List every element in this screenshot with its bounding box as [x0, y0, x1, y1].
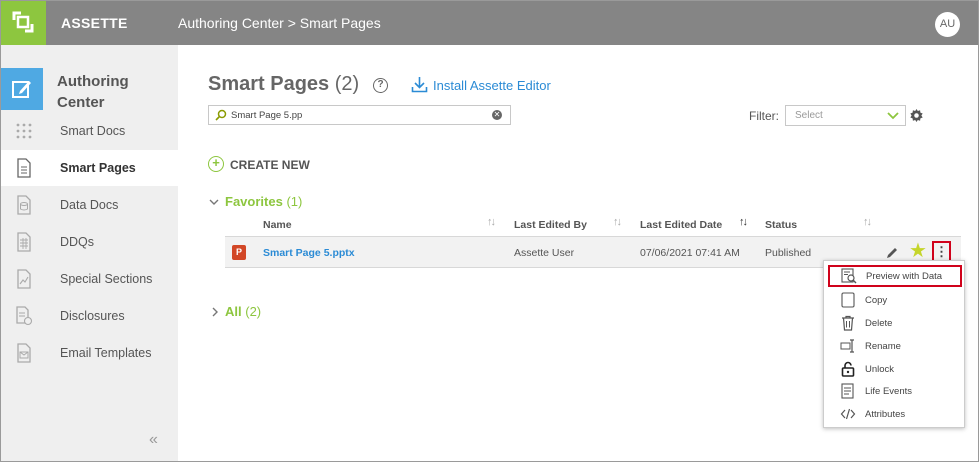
sidebar: Authoring Center Smart Docs Smart Pages … [1, 45, 178, 461]
top-bar: ASSETTE Authoring Center > Smart Pages A… [1, 1, 978, 45]
menu-item-delete[interactable]: Delete [824, 312, 964, 334]
menu-item-label: Life Events [865, 386, 912, 397]
copy-icon [841, 292, 855, 308]
menu-item-label: Attributes [865, 409, 906, 420]
favorite-star-icon[interactable]: ★ [909, 241, 927, 261]
sidebar-item-smart-pages[interactable]: Smart Pages [1, 150, 178, 186]
all-count: (2) [245, 304, 262, 319]
menu-item-label: Delete [865, 318, 893, 329]
sidebar-item-label: Email Templates [60, 346, 152, 360]
page-title-count: (2) [334, 73, 360, 95]
menu-item-label: Unlock [865, 364, 895, 375]
logo[interactable] [1, 1, 46, 45]
sidebar-item-label: DDQs [60, 235, 95, 249]
filter-placeholder: Select [795, 110, 823, 121]
avatar[interactable]: AU [935, 12, 960, 37]
all-section-title[interactable]: All (2) [225, 304, 261, 319]
special-section-icon [17, 269, 31, 289]
install-editor-label: Install Assette Editor [433, 78, 551, 93]
create-new-label: CREATE NEW [230, 158, 310, 172]
sort-icon[interactable]: ↑↓ [863, 216, 872, 228]
sidebar-item-label: Data Docs [60, 198, 119, 212]
menu-item-label: Rename [865, 341, 901, 352]
all-label: All [225, 304, 242, 319]
favorites-section-title[interactable]: Favorites (1) [225, 194, 302, 209]
favorites-label: Favorites [225, 194, 283, 209]
assette-logo-icon [12, 11, 34, 33]
filter-select[interactable]: Select [785, 105, 906, 126]
filter-label: Filter: [749, 109, 779, 123]
disclosure-icon [16, 306, 33, 326]
collapse-sidebar-button[interactable]: « [149, 431, 158, 449]
edit-pencil-icon[interactable] [885, 246, 899, 260]
search-icon [215, 109, 227, 121]
search-input[interactable]: Smart Page 5.pp ✕ [208, 105, 511, 125]
chevron-down-icon[interactable] [209, 198, 219, 206]
authoring-center-icon [1, 68, 43, 110]
search-value: Smart Page 5.pp [231, 110, 303, 121]
data-doc-icon [17, 195, 31, 215]
sidebar-item-email-templates[interactable]: Email Templates [1, 335, 178, 371]
sidebar-item-label: Disclosures [60, 309, 125, 323]
chevron-down-icon [887, 112, 899, 120]
trash-icon [842, 315, 854, 331]
sidebar-item-special-sections[interactable]: Special Sections [1, 261, 178, 297]
menu-item-attributes[interactable]: Attributes [824, 403, 964, 425]
app-window: ASSETTE Authoring Center > Smart Pages A… [0, 0, 979, 462]
menu-item-label: Preview with Data [866, 271, 943, 282]
menu-item-unlock[interactable]: Unlock [824, 358, 964, 380]
preview-icon [841, 268, 857, 284]
menu-item-label: Copy [865, 295, 888, 306]
page-icon [17, 158, 31, 178]
breadcrumb: Authoring Center > Smart Pages [178, 15, 381, 31]
sidebar-item-label: Smart Docs [60, 124, 126, 138]
plus-icon: + [208, 156, 224, 172]
menu-item-rename[interactable]: Rename [824, 335, 964, 357]
unlock-icon [841, 361, 855, 377]
column-header-last-edited-date[interactable]: Last Edited Date [640, 219, 722, 231]
last-edited-date: 07/06/2021 07:41 AM [640, 247, 740, 259]
menu-item-preview-with-data[interactable]: Preview with Data [828, 265, 962, 287]
sidebar-item-data-docs[interactable]: Data Docs [1, 187, 178, 223]
column-header-last-edited-by[interactable]: Last Edited By [514, 219, 587, 231]
ddq-icon [17, 232, 31, 252]
life-events-icon [841, 383, 854, 399]
column-header-status[interactable]: Status [765, 219, 797, 231]
rename-icon [840, 339, 854, 353]
email-template-icon [17, 343, 31, 363]
grid-icon [16, 123, 32, 139]
last-edited-by: Assette User [514, 247, 575, 259]
sort-desc-icon[interactable]: ↑↓ [739, 216, 748, 228]
brand-name: ASSETTE [61, 15, 128, 31]
menu-item-life-events[interactable]: Life Events [824, 380, 964, 402]
sort-icon[interactable]: ↑↓ [613, 216, 622, 228]
sidebar-item-smart-docs[interactable]: Smart Docs [1, 113, 178, 149]
column-header-name[interactable]: Name [263, 219, 292, 231]
powerpoint-file-icon: P [232, 245, 246, 260]
page-title-text: Smart Pages [208, 73, 330, 95]
code-icon [840, 408, 856, 420]
menu-item-copy[interactable]: Copy [824, 289, 964, 311]
sort-icon[interactable]: ↑↓ [487, 216, 496, 228]
sidebar-item-label: Smart Pages [60, 161, 136, 175]
gear-icon[interactable] [910, 109, 923, 122]
sidebar-item-ddqs[interactable]: DDQs [1, 224, 178, 260]
file-name-link[interactable]: Smart Page 5.pptx [263, 247, 355, 259]
page-title: Smart Pages (2) [208, 73, 359, 96]
favorites-count: (1) [286, 194, 303, 209]
context-menu: Preview with Data Copy Delete Rename Unl… [823, 260, 965, 428]
chevron-right-icon[interactable] [211, 307, 219, 317]
clear-search-icon[interactable]: ✕ [492, 110, 502, 120]
download-icon [411, 77, 428, 93]
sidebar-title: Authoring Center [57, 73, 129, 111]
sidebar-item-disclosures[interactable]: Disclosures [1, 298, 178, 334]
status-text: Published [765, 247, 812, 259]
help-icon[interactable]: ? [373, 78, 388, 93]
sidebar-item-label: Special Sections [60, 272, 153, 286]
